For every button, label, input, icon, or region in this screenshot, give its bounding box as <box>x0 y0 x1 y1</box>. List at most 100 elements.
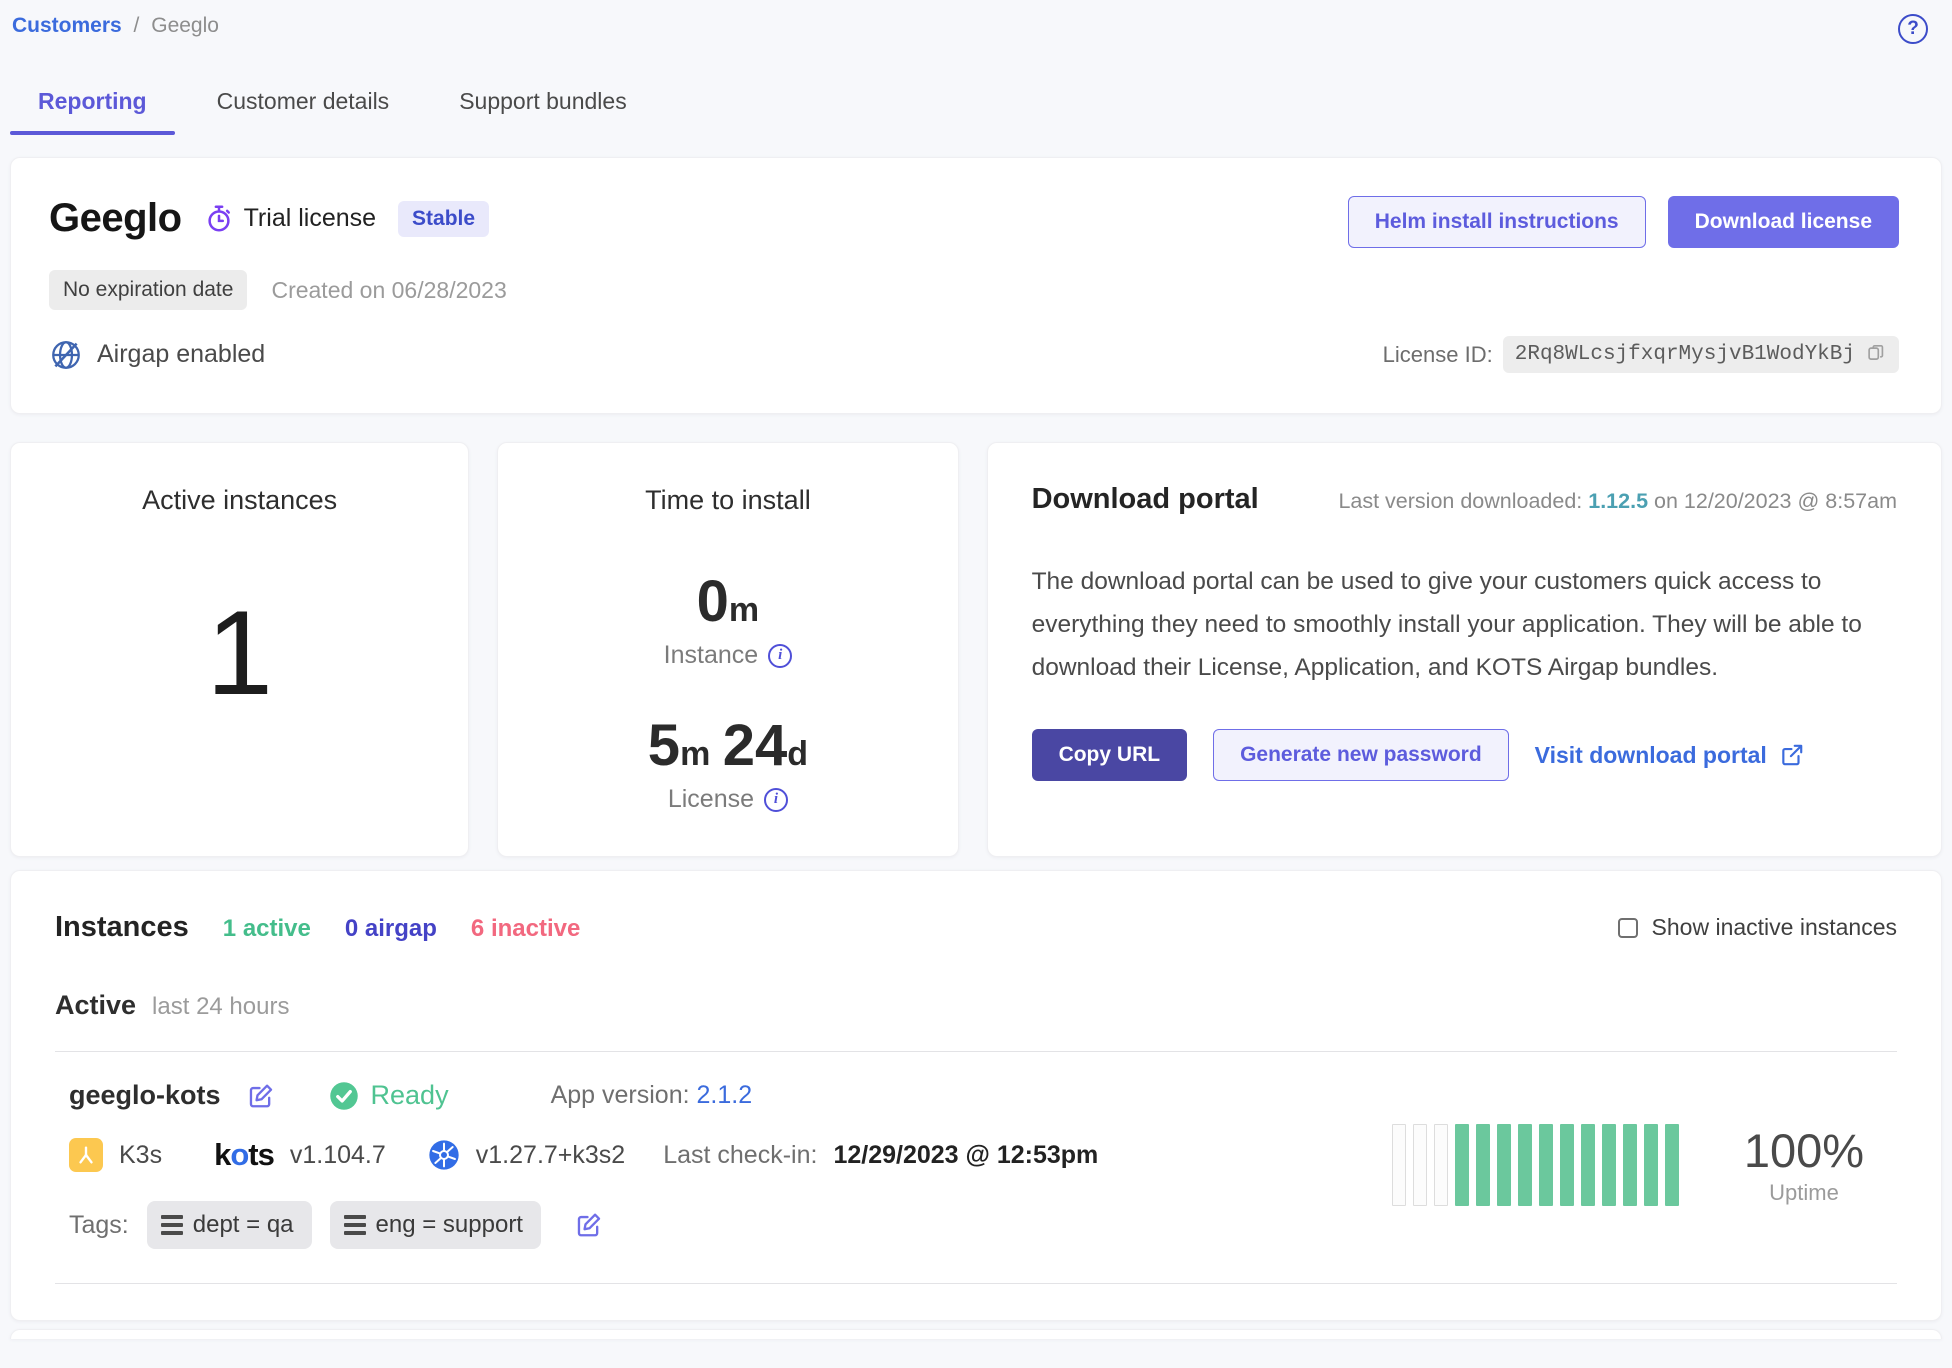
tags-label: Tags: <box>69 1211 129 1240</box>
uptime-bar <box>1392 1124 1406 1206</box>
license-type-label: Trial license <box>244 204 376 233</box>
active-count[interactable]: 1 active <box>223 915 311 943</box>
uptime-bar <box>1539 1124 1553 1206</box>
app-version: App version: 2.1.2 <box>551 1081 753 1110</box>
airgap-count[interactable]: 0 airgap <box>345 915 437 943</box>
uptime-bar <box>1497 1124 1511 1206</box>
globe-slash-icon <box>49 338 83 372</box>
tab-customer-details[interactable]: Customer details <box>217 88 390 135</box>
uptime-bar <box>1413 1124 1427 1206</box>
license-id-row: License ID: 2Rq8WLcsjfxqrMysjvB1WodYkBj <box>1383 336 1899 373</box>
ready-check-icon <box>329 1081 359 1111</box>
license-time-label: License <box>668 785 754 814</box>
stopwatch-icon <box>204 204 234 234</box>
expiration-badge: No expiration date <box>49 270 247 310</box>
uptime-bar <box>1623 1124 1637 1206</box>
time-to-install-title: Time to install <box>645 485 811 516</box>
kots-version: v1.104.7 <box>290 1141 386 1170</box>
active-instances-title: Active instances <box>142 485 337 516</box>
breadcrumb: Customers / Geeglo <box>12 14 219 38</box>
distro-label: K3s <box>119 1141 162 1170</box>
k8s-version: v1.27.7+k3s2 <box>476 1141 625 1170</box>
tab-reporting[interactable]: Reporting <box>38 88 147 135</box>
license-id-value: 2Rq8WLcsjfxqrMysjvB1WodYkBj <box>1515 343 1855 366</box>
license-id-pill: 2Rq8WLcsjfxqrMysjvB1WodYkBj <box>1503 336 1899 373</box>
show-inactive-toggle[interactable]: Show inactive instances <box>1618 914 1897 941</box>
uptime-bars <box>1392 1124 1679 1206</box>
top-bar: Customers / Geeglo ? <box>10 14 1942 44</box>
tag-pill[interactable]: eng = support <box>330 1201 541 1249</box>
download-portal-card: Download portal Last version downloaded:… <box>987 442 1942 857</box>
active-instances-value: 1 <box>206 584 273 722</box>
time-to-install-card: Time to install 0m Instance i 5m 24d Lic… <box>497 442 958 857</box>
stats-row: Active instances 1 Time to install 0m In… <box>10 442 1942 842</box>
active-instances-card: Active instances 1 <box>10 442 469 857</box>
instance-time-info-icon[interactable]: i <box>768 644 792 668</box>
last-version-link[interactable]: 1.12.5 <box>1588 489 1648 513</box>
edit-instance-name-icon[interactable] <box>247 1082 275 1110</box>
instance-status: Ready <box>329 1080 449 1111</box>
next-card-top-edge <box>10 1329 1942 1339</box>
show-inactive-checkbox[interactable] <box>1618 918 1638 938</box>
copy-url-button[interactable]: Copy URL <box>1032 729 1188 781</box>
license-id-label: License ID: <box>1383 342 1493 368</box>
external-link-icon <box>1779 742 1805 768</box>
airgap-label: Airgap enabled <box>97 340 265 369</box>
last-version-downloaded: Last version downloaded: 1.12.5 on 12/20… <box>1338 489 1897 514</box>
instance-name: geeglo-kots <box>69 1080 221 1111</box>
channel-badge: Stable <box>398 201 489 237</box>
copy-icon[interactable] <box>1865 344 1887 366</box>
license-type: Trial license <box>204 204 376 234</box>
instances-card: Instances 1 active 0 airgap 6 inactive S… <box>10 870 1942 1321</box>
uptime-bar <box>1602 1124 1616 1206</box>
uptime-bar <box>1665 1124 1679 1206</box>
kubernetes-icon <box>428 1139 460 1171</box>
customer-name: Geeglo <box>49 196 182 241</box>
license-time-info-icon[interactable]: i <box>764 788 788 812</box>
inactive-count[interactable]: 6 inactive <box>471 915 580 943</box>
tag-pill[interactable]: dept = qa <box>147 1201 312 1249</box>
tag-icon <box>344 1215 366 1236</box>
download-portal-description: The download portal can be used to give … <box>1032 560 1897 689</box>
airgap-status: Airgap enabled <box>49 338 265 372</box>
active-section-label: Active <box>55 990 136 1021</box>
helm-install-instructions-button[interactable]: Helm install instructions <box>1348 196 1646 248</box>
tag-icon <box>161 1215 183 1236</box>
edit-tags-icon[interactable] <box>575 1211 603 1239</box>
uptime-stat: 100% Uptime <box>1739 1123 1869 1206</box>
help-icon[interactable]: ? <box>1898 14 1928 44</box>
visit-download-portal-link[interactable]: Visit download portal <box>1535 742 1805 769</box>
instance-status-label: Ready <box>371 1080 449 1111</box>
instances-title: Instances <box>55 911 189 944</box>
license-install-time: 5m 24d <box>648 712 808 779</box>
last-checkin-label: Last check-in: <box>663 1141 817 1170</box>
show-inactive-label: Show inactive instances <box>1652 914 1897 941</box>
uptime-bar <box>1644 1124 1658 1206</box>
uptime-bar <box>1581 1124 1595 1206</box>
uptime-bar <box>1434 1124 1448 1206</box>
active-section-sublabel: last 24 hours <box>152 993 289 1021</box>
instance-row: geeglo-kots <box>55 1052 1897 1279</box>
uptime-bar <box>1518 1124 1532 1206</box>
tab-bar: Reporting Customer details Support bundl… <box>10 88 1942 135</box>
breadcrumb-customers-link[interactable]: Customers <box>12 14 122 37</box>
breadcrumb-current: Geeglo <box>151 14 219 37</box>
instance-install-time: 0m <box>664 568 793 635</box>
kots-logo: kots <box>214 1137 274 1173</box>
created-date: Created on 06/28/2023 <box>271 277 506 304</box>
download-license-button[interactable]: Download license <box>1668 196 1899 248</box>
download-portal-title: Download portal <box>1032 483 1259 516</box>
uptime-bar <box>1560 1124 1574 1206</box>
app-version-link[interactable]: 2.1.2 <box>697 1081 753 1109</box>
uptime-value: 100% <box>1739 1123 1869 1178</box>
k3s-icon <box>69 1138 103 1172</box>
uptime-label: Uptime <box>1739 1180 1869 1206</box>
instance-time-label: Instance <box>664 641 759 670</box>
license-summary-card: Geeglo Trial license Stable <box>10 157 1942 414</box>
tab-support-bundles[interactable]: Support bundles <box>459 88 627 135</box>
customer-reporting-page: Customers / Geeglo ? Reporting Customer … <box>0 0 1952 1339</box>
generate-new-password-button[interactable]: Generate new password <box>1213 729 1509 781</box>
uptime-bar <box>1455 1124 1469 1206</box>
breadcrumb-separator: / <box>134 14 140 37</box>
uptime-bar <box>1476 1124 1490 1206</box>
